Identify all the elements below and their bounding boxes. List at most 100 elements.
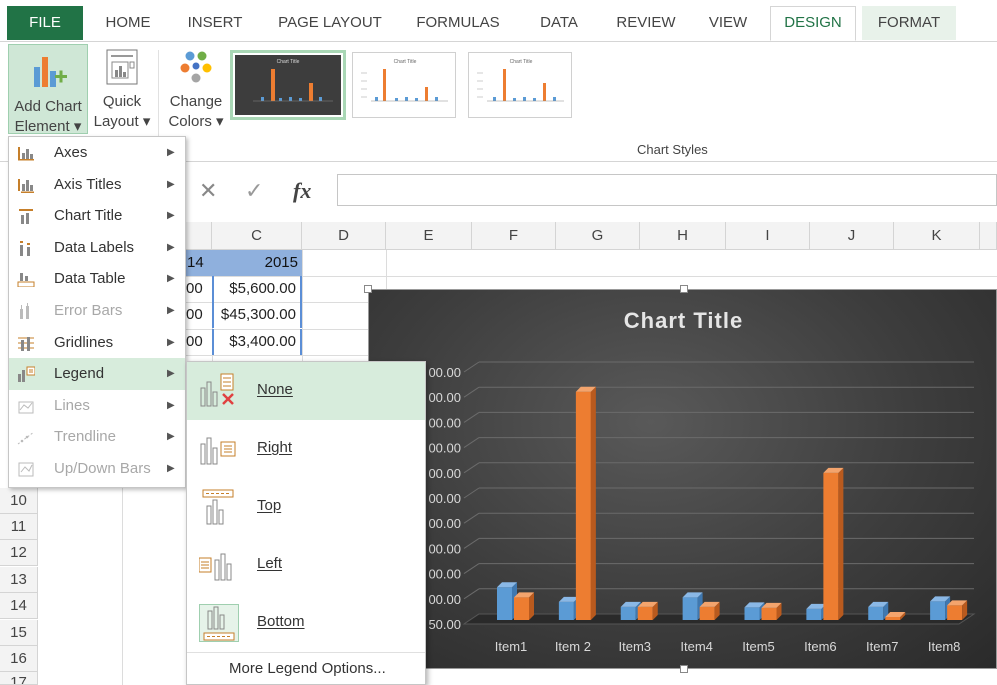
y-tick-label: 00.00 (428, 365, 461, 380)
resize-handle[interactable] (364, 285, 372, 293)
add-chart-element-menu: Axes ▶ Axis Titles ▶ Chart Title ▶ Data Labels… (8, 136, 186, 488)
resize-handle[interactable] (680, 285, 688, 293)
chart-gridline-depth (463, 411, 480, 423)
column-header-c[interactable]: C (212, 222, 302, 250)
chart-bar[interactable] (514, 592, 534, 620)
menu-item-legend[interactable]: Legend ▶ (9, 358, 185, 390)
tab-review[interactable]: REVIEW (608, 8, 684, 38)
quick-layout-button[interactable]: Quick Layout ▾ (90, 44, 154, 134)
chart-area[interactable]: Chart Title 50.00 00.00 00.00 00.00 00.00 00.… (368, 289, 997, 669)
add-chart-element-button[interactable]: Add Chart Element ▾ (8, 44, 88, 135)
cell-c1[interactable]: 2015 (212, 250, 302, 276)
cell-c4[interactable]: $3,400.00 (212, 329, 302, 355)
column-header-g[interactable]: G (556, 222, 640, 250)
tab-design[interactable]: DESIGN (770, 6, 856, 41)
cell-c3[interactable]: $45,300.00 (212, 302, 302, 328)
tab-formulas[interactable]: FORMULAS (408, 8, 508, 38)
menu-item-label: Up/Down Bars (54, 460, 151, 477)
legend-option-left[interactable]: Left (187, 536, 425, 594)
quick-layout-label-1: Quick (102, 93, 142, 110)
tab-format[interactable]: FORMAT (862, 6, 956, 40)
chart-bar[interactable] (823, 467, 844, 620)
legend-option-right[interactable]: Right (187, 420, 425, 478)
cell-b3[interactable]: 00 (186, 302, 212, 328)
axis-titles-icon (18, 178, 34, 193)
legend-submenu: More Legend Options... None Right Top Left B… (186, 361, 426, 685)
more-legend-options[interactable]: More Legend Options... (229, 660, 386, 677)
column-header-h[interactable]: H (640, 222, 726, 250)
enter-icon[interactable]: ✓ (245, 178, 263, 204)
legend-option-label: Bottom (257, 613, 305, 630)
chart-bar[interactable] (947, 600, 968, 620)
cell-b2[interactable]: 00 (186, 276, 212, 302)
menu-item-error-bars[interactable]: Error Bars ▶ (9, 295, 185, 327)
ribbon-separator (158, 50, 159, 150)
formula-input[interactable] (337, 174, 997, 206)
chart-bar-front (637, 606, 653, 620)
cancel-icon[interactable]: ✕ (199, 178, 217, 204)
column-header-d[interactable]: D (302, 222, 386, 250)
cell-c2[interactable]: $5,600.00 (212, 276, 302, 302)
legend-option-none[interactable]: None (187, 362, 425, 420)
menu-item-trendline[interactable]: Trendline ▶ (9, 421, 185, 453)
tab-view[interactable]: VIEW (700, 8, 756, 38)
row-header-12[interactable]: 12 (0, 540, 38, 566)
formula-bar: ✕ ✓ fx (185, 170, 997, 210)
row-header-11[interactable]: 11 (0, 514, 38, 540)
column-header-f[interactable]: F (472, 222, 556, 250)
y-tick-label: 00.00 (428, 441, 461, 456)
menu-item-axes[interactable]: Axes ▶ (9, 137, 185, 169)
menu-item-up-down-bars[interactable]: Up/Down Bars ▶ (9, 453, 185, 485)
chart-style-2[interactable]: Chart Title (352, 52, 456, 118)
legend-option-bottom[interactable]: Bottom (187, 594, 425, 652)
insert-function-icon[interactable]: fx (293, 178, 311, 204)
column-header-j[interactable]: J (810, 222, 894, 250)
cell-b4[interactable]: 00 (186, 329, 212, 355)
row-header-16[interactable]: 16 (0, 646, 38, 672)
column-header-e[interactable]: E (386, 222, 472, 250)
tab-data[interactable]: DATA (526, 8, 592, 38)
y-tick-label: 00.00 (428, 390, 461, 405)
resize-handle[interactable] (680, 665, 688, 673)
column-header-left (186, 222, 212, 250)
chart-gridline-depth (463, 437, 480, 449)
menu-item-lines[interactable]: Lines ▶ (9, 390, 185, 422)
tab-file[interactable]: FILE (7, 6, 83, 40)
x-category-label: Item3 (618, 639, 651, 654)
menu-item-label: Legend (54, 365, 105, 383)
tab-insert[interactable]: INSERT (180, 8, 250, 38)
row-header-10[interactable]: 10 (0, 488, 38, 514)
chart-bar[interactable] (699, 601, 720, 620)
chart-bar-side (838, 467, 844, 620)
menu-item-label: Data Labels (54, 238, 135, 256)
cell-b1[interactable]: 14 (186, 250, 212, 276)
chart-bar[interactable] (761, 602, 782, 620)
legend-option-top[interactable]: Top (187, 478, 425, 536)
menu-item-label: Data Table (54, 270, 126, 288)
tab-home[interactable]: HOME (98, 8, 158, 38)
chart-gridline-depth (463, 588, 480, 600)
column-header-k[interactable]: K (894, 222, 980, 250)
menu-item-chart-title[interactable]: Chart Title ▶ (9, 200, 185, 232)
row-header-17[interactable]: 17 (0, 672, 38, 685)
chart-bar-front (868, 606, 884, 620)
change-colors-button[interactable]: Change Colors ▾ (164, 44, 228, 134)
menu-item-gridlines[interactable]: Gridlines ▶ (9, 327, 185, 359)
tab-page-layout[interactable]: PAGE LAYOUT (272, 8, 388, 38)
legend-right-icon (200, 437, 236, 465)
menu-item-data-labels[interactable]: Data Labels ▶ (9, 232, 185, 264)
chart-bar[interactable] (637, 601, 658, 620)
menu-item-data-table[interactable]: Data Table ▶ (9, 263, 185, 295)
chart-style-1[interactable]: Chart Title (230, 50, 346, 120)
row-header-14[interactable]: 14 (0, 593, 38, 619)
menu-item-axis-titles[interactable]: Axis Titles ▶ (9, 169, 185, 201)
column-header-i[interactable]: I (726, 222, 810, 250)
row-header-13[interactable]: 13 (0, 567, 38, 593)
chart-style-3[interactable]: Chart Title (468, 52, 572, 118)
row-header-15[interactable]: 15 (0, 620, 38, 646)
y-tick-label: 00.00 (428, 491, 461, 506)
change-colors-label-1: Change (169, 93, 223, 110)
y-tick-label: 00.00 (428, 541, 461, 556)
chart-bar[interactable] (575, 386, 596, 620)
chart-gridline-depth (463, 487, 480, 499)
